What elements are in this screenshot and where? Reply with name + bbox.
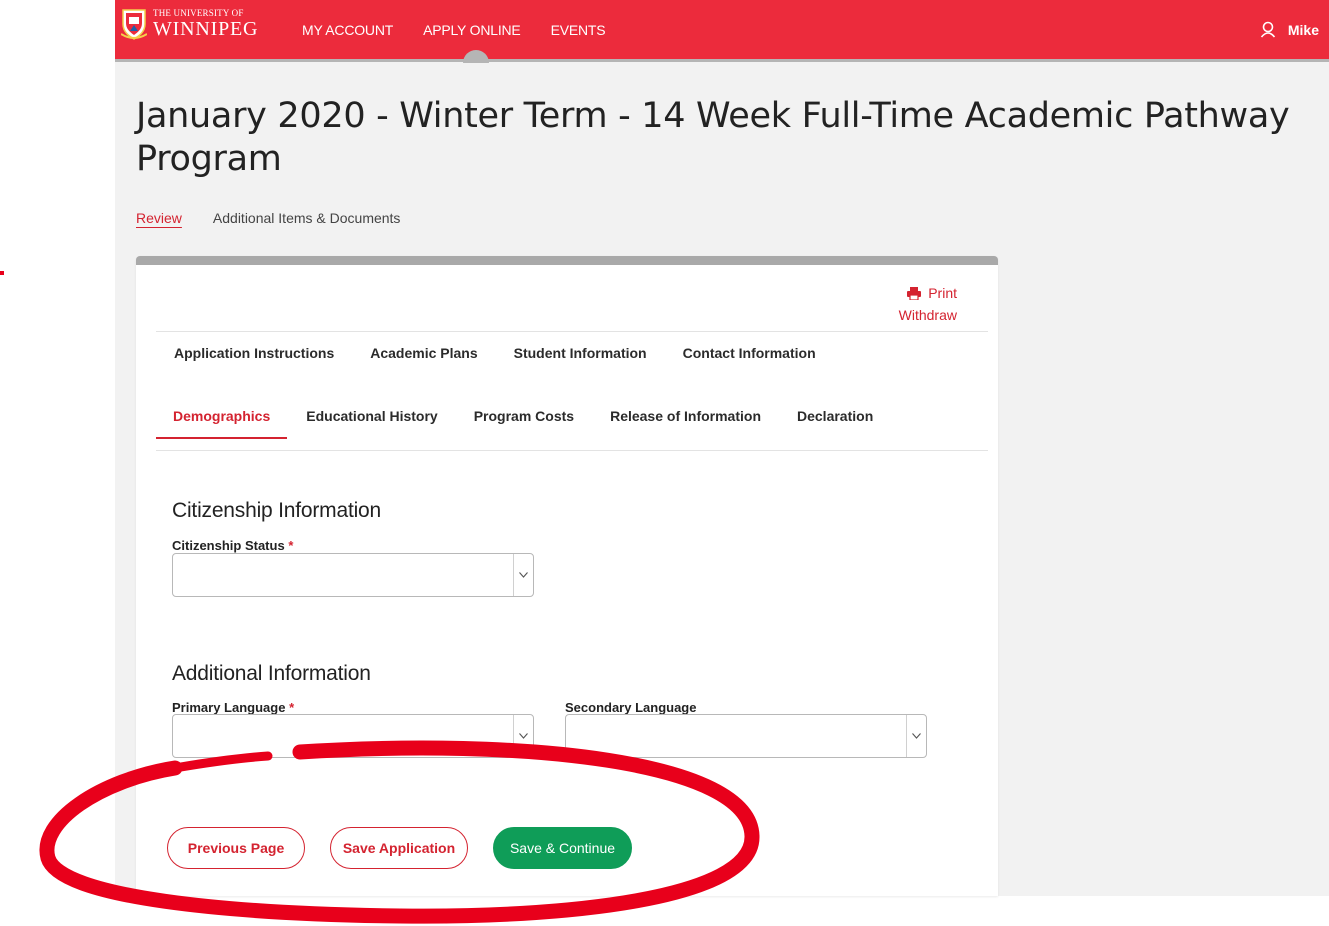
tab-student-information[interactable]: Student Information bbox=[514, 345, 647, 361]
active-nav-indicator bbox=[463, 50, 489, 63]
tab-declaration[interactable]: Declaration bbox=[780, 397, 890, 439]
user-name: Mike bbox=[1287, 21, 1319, 38]
citizenship-status-select[interactable] bbox=[172, 553, 534, 597]
application-subtabs: Review Additional Items & Documents bbox=[136, 210, 431, 226]
required-mark: * bbox=[289, 700, 295, 715]
save-application-button[interactable]: Save Application bbox=[330, 827, 468, 869]
user-menu[interactable]: Mike bbox=[1260, 21, 1319, 38]
citizenship-heading: Citizenship Information bbox=[172, 499, 381, 522]
divider bbox=[156, 331, 988, 332]
nav-my-account[interactable]: MY ACCOUNT bbox=[302, 22, 393, 38]
print-link[interactable]: Print bbox=[907, 285, 957, 301]
chevron-down-icon[interactable] bbox=[513, 715, 533, 757]
page-title: January 2020 - Winter Term - 14 Week Ful… bbox=[136, 96, 1290, 179]
tab-academic-plans[interactable]: Academic Plans bbox=[370, 345, 477, 361]
logo-small-text: THE UNIVERSITY OF bbox=[153, 8, 244, 18]
chevron-down-icon[interactable] bbox=[906, 715, 926, 757]
nav-apply-online[interactable]: APPLY ONLINE bbox=[423, 22, 521, 38]
university-logo[interactable]: THE UNIVERSITY OF WINNIPEG bbox=[121, 8, 258, 40]
chevron-down-icon[interactable] bbox=[513, 554, 533, 596]
section-tabs-primary: Application Instructions Academic Plans … bbox=[174, 345, 852, 361]
divider bbox=[156, 450, 988, 451]
secondary-language-label: Secondary Language bbox=[565, 700, 697, 715]
save-and-continue-button[interactable]: Save & Continue bbox=[493, 827, 632, 869]
annotation-mark bbox=[0, 271, 4, 275]
main-nav: MY ACCOUNT APPLY ONLINE EVENTS bbox=[302, 22, 635, 38]
primary-language-label: Primary Language * bbox=[172, 700, 294, 715]
crest-icon bbox=[121, 9, 147, 40]
subtab-review[interactable]: Review bbox=[136, 210, 182, 226]
print-label: Print bbox=[928, 285, 957, 301]
secondary-language-select[interactable] bbox=[565, 714, 927, 758]
tab-educational-history[interactable]: Educational History bbox=[289, 397, 454, 439]
nav-events[interactable]: EVENTS bbox=[551, 22, 606, 38]
primary-language-select[interactable] bbox=[172, 714, 534, 758]
application-form-card: Print Withdraw Application Instructions … bbox=[136, 256, 998, 896]
tab-application-instructions[interactable]: Application Instructions bbox=[174, 345, 334, 361]
tab-contact-information[interactable]: Contact Information bbox=[683, 345, 816, 361]
printer-icon bbox=[907, 286, 922, 300]
tab-release-of-information[interactable]: Release of Information bbox=[593, 397, 778, 439]
additional-information-heading: Additional Information bbox=[172, 662, 371, 685]
tab-program-costs[interactable]: Program Costs bbox=[457, 397, 591, 439]
citizenship-status-label: Citizenship Status * bbox=[172, 538, 293, 553]
top-navigation-bar: THE UNIVERSITY OF WINNIPEG MY ACCOUNT AP… bbox=[115, 0, 1329, 63]
logo-text: THE UNIVERSITY OF WINNIPEG bbox=[153, 8, 259, 40]
section-tabs-secondary: Demographics Educational History Program… bbox=[156, 397, 892, 439]
previous-page-button[interactable]: Previous Page bbox=[167, 827, 305, 869]
subtab-additional-items[interactable]: Additional Items & Documents bbox=[213, 210, 401, 226]
primary-language-label-text: Primary Language bbox=[172, 700, 286, 715]
citizenship-status-label-text: Citizenship Status bbox=[172, 538, 285, 553]
required-mark: * bbox=[288, 538, 294, 553]
tab-demographics[interactable]: Demographics bbox=[156, 397, 288, 439]
withdraw-link[interactable]: Withdraw bbox=[899, 307, 957, 323]
logo-big-text: WINNIPEG bbox=[153, 18, 259, 40]
user-icon bbox=[1260, 21, 1275, 38]
